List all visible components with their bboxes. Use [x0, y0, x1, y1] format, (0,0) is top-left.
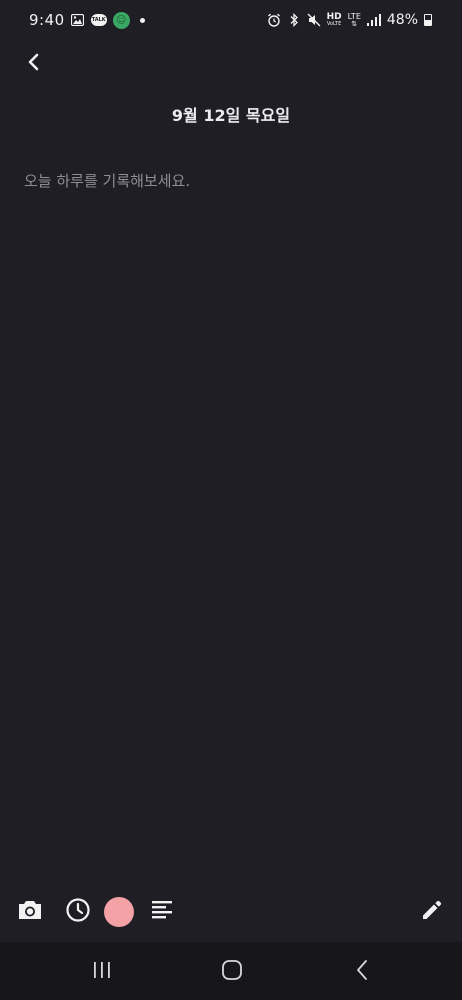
gallery-icon [71, 13, 85, 27]
alarm-icon [267, 13, 281, 27]
back-icon [355, 959, 369, 985]
mute-icon [307, 13, 321, 27]
bottom-toolbar [0, 893, 462, 933]
status-time: 9:40 [29, 11, 65, 29]
align-left-icon [150, 899, 174, 925]
chevron-left-icon [26, 52, 40, 76]
bluetooth-icon [287, 13, 301, 27]
diary-text-input[interactable] [24, 170, 438, 870]
system-back-button[interactable] [342, 958, 382, 986]
more-notifications-dot-icon [139, 17, 145, 23]
camera-button[interactable] [14, 893, 46, 931]
battery-percentage: 48% [386, 12, 418, 28]
lte-indicator: LTE ⇅ [348, 12, 361, 28]
kakaotalk-icon: TALK [90, 14, 107, 26]
page-title: 9월 12일 목요일 [171, 106, 291, 125]
status-left: 9:40 TALK ☺ [29, 11, 145, 29]
system-navigation-bar [0, 942, 462, 1000]
signal-icon [366, 13, 381, 27]
pencil-icon [420, 898, 444, 926]
home-icon [221, 959, 243, 985]
voice-mark: VoLTE [326, 21, 342, 27]
data-arrows-icon: ⇅ [351, 19, 358, 28]
time-button[interactable] [62, 893, 94, 931]
hd-voice-indicator: HD VoLTE [327, 13, 342, 27]
battery-icon [424, 14, 432, 26]
color-picker-button[interactable] [103, 893, 135, 931]
app-notification-icon: ☺ [112, 11, 130, 29]
camera-icon [17, 899, 43, 925]
back-button[interactable] [20, 50, 46, 78]
text-align-button[interactable] [146, 893, 178, 931]
recent-apps-icon [92, 961, 112, 983]
color-swatch [104, 897, 134, 927]
clock-icon [65, 897, 91, 927]
status-bar: 9:40 TALK ☺ HD VoLTE LTE ⇅ 48% [0, 0, 462, 40]
recent-apps-button[interactable] [82, 958, 122, 986]
status-right: HD VoLTE LTE ⇅ 48% [267, 12, 432, 28]
home-button[interactable] [212, 958, 252, 986]
edit-button[interactable] [416, 893, 448, 931]
